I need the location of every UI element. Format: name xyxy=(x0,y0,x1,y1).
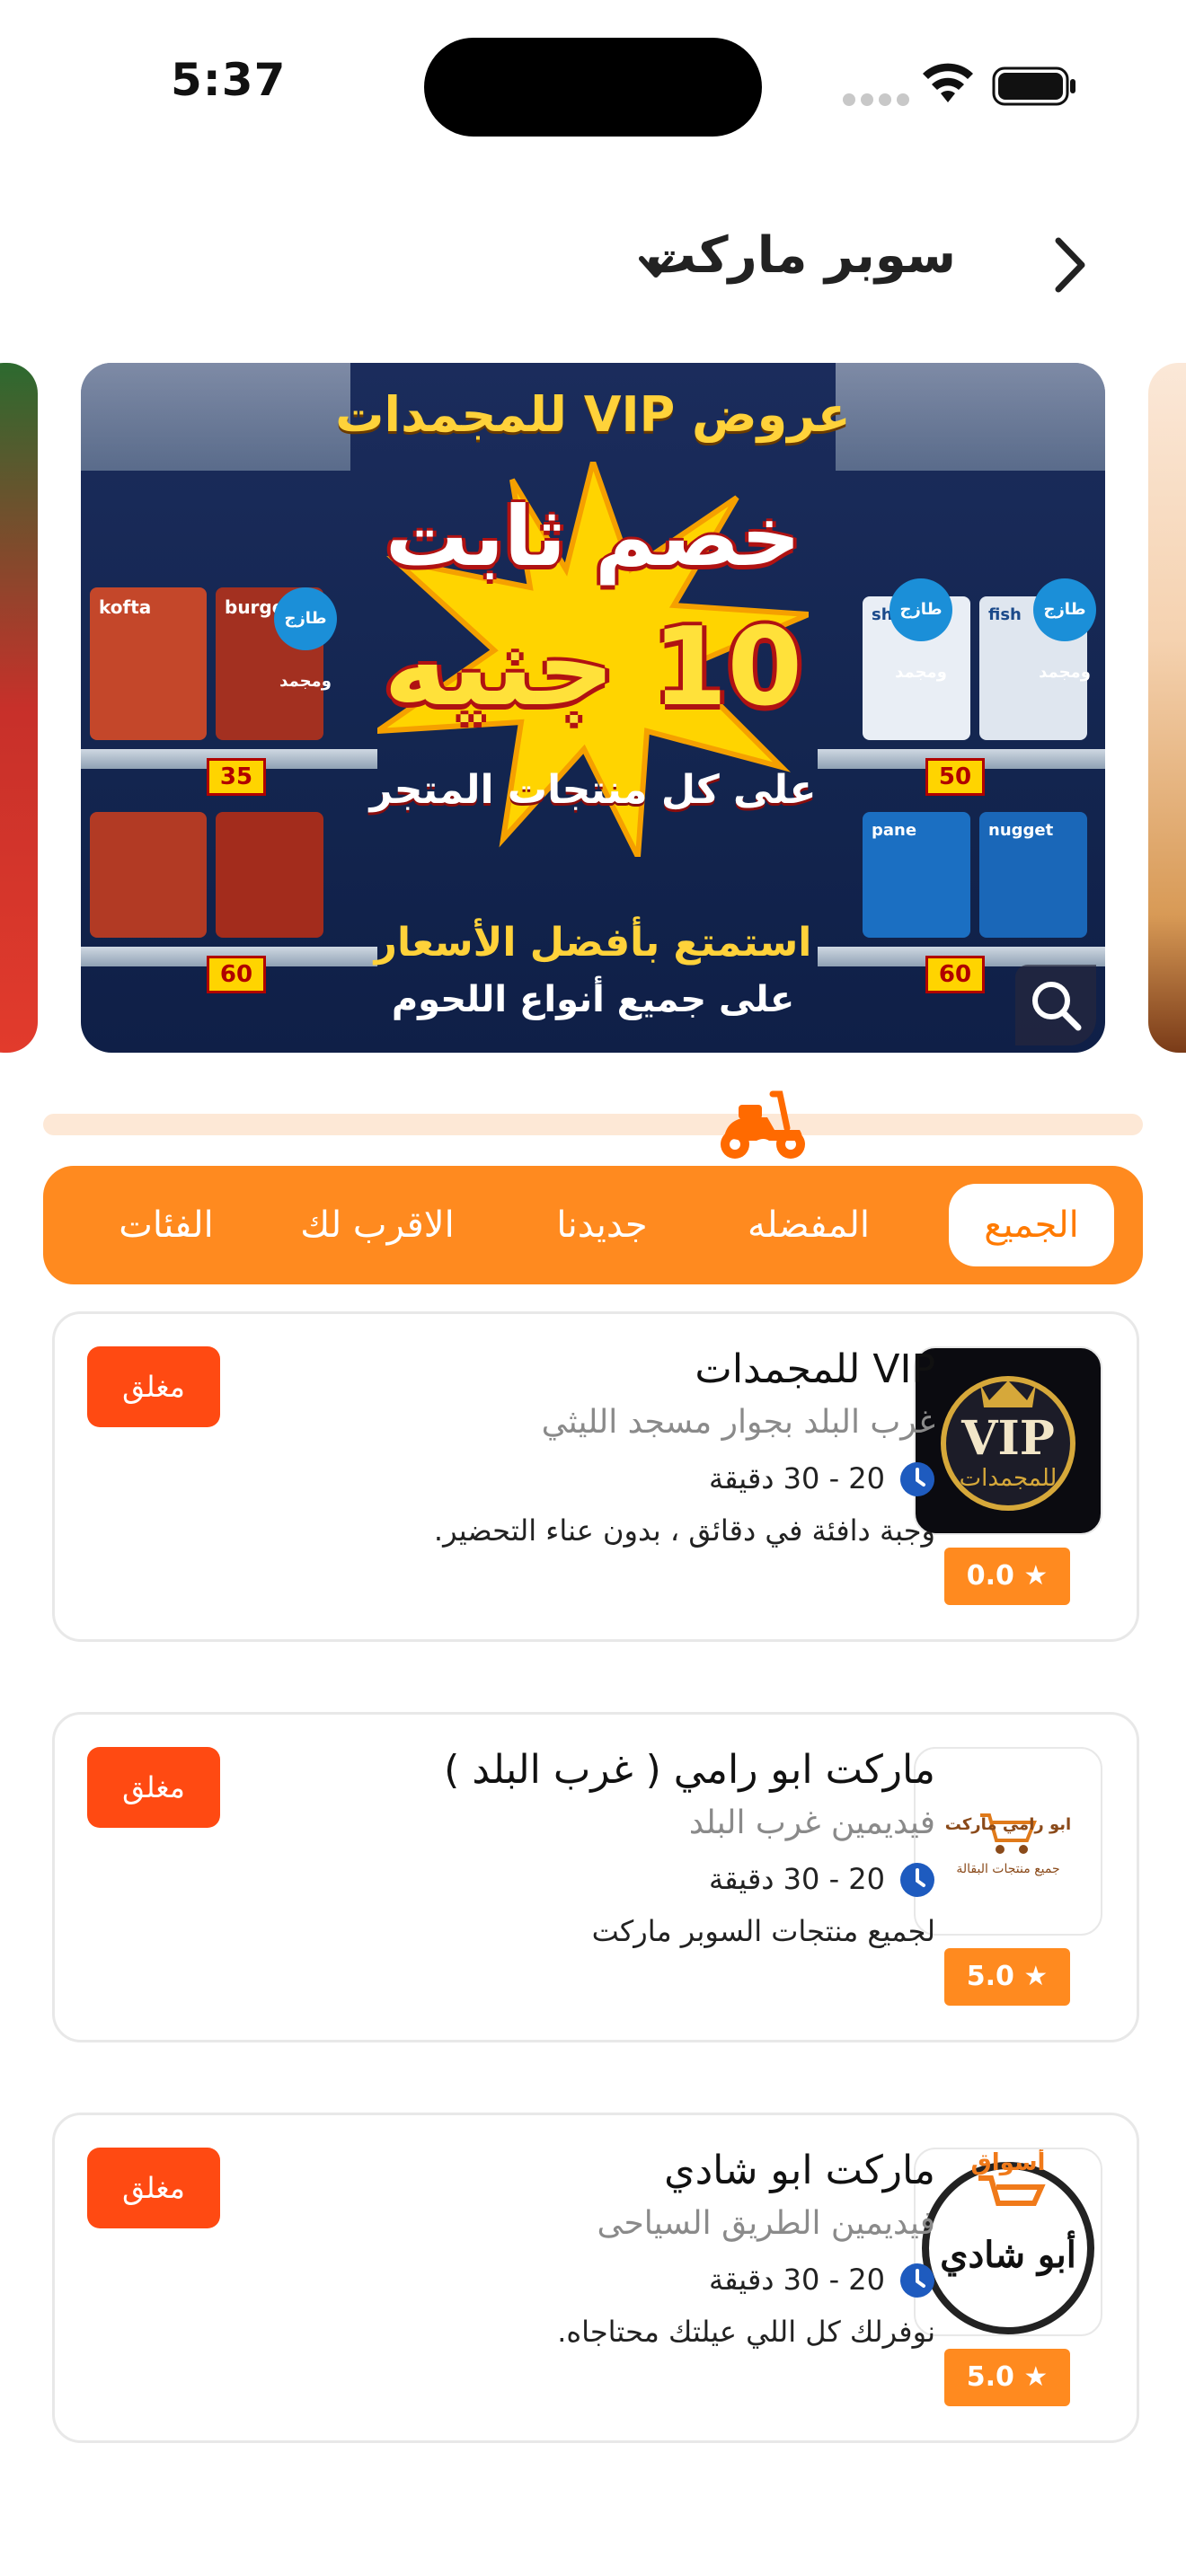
page-title[interactable]: سوبر ماركت xyxy=(646,226,956,285)
product-label: pane xyxy=(872,821,917,840)
logo-subtext: أسواق xyxy=(970,2149,1046,2176)
rating-badge: 5.0 ★ xyxy=(944,2349,1070,2406)
store-description: لجميع منتجات السوبر ماركت xyxy=(591,1914,935,1948)
clock-icon xyxy=(900,1462,934,1496)
banner-discount-title: خصم ثابت xyxy=(385,489,801,585)
store-name: ماركت ابو شادي xyxy=(664,2148,935,2193)
chevron-down-icon[interactable] xyxy=(629,244,683,289)
star-icon: ★ xyxy=(1023,2361,1049,2393)
clock-icon xyxy=(900,2263,934,2298)
carousel-banner-previous[interactable] xyxy=(0,363,38,1053)
search-icon xyxy=(0,992,36,1028)
store-card[interactable]: VIP للمجمدات 0.0 ★ VIP للمجمدات غرب البل… xyxy=(52,1311,1139,1642)
logo-text: VIP xyxy=(961,1411,1055,1466)
tab-favorites[interactable]: المفضله xyxy=(728,1184,890,1266)
product-pane: pane xyxy=(863,812,970,938)
store-location: فيديمين غرب البلد xyxy=(688,1804,935,1841)
store-info: ماركت ابو رامي ( غرب البلد ) فيديمين غرب… xyxy=(279,1715,935,2040)
rating-value: 5.0 xyxy=(966,2361,1014,2393)
store-logo: أسواق أبو شادي xyxy=(914,2148,1102,2336)
search-icon xyxy=(1032,982,1082,1031)
store-info: ماركت ابو شادي فيديمين الطريق السياحى 20… xyxy=(279,2115,935,2440)
wifi-icon xyxy=(923,63,973,102)
back-button[interactable] xyxy=(1042,235,1096,295)
delivery-time: 20 - 30 دقيقة xyxy=(708,1862,885,1896)
banner-footer-line1: استمتع بأفضل الأسعار xyxy=(374,920,812,966)
product-meat-box xyxy=(90,812,207,938)
banner-headline: عروض VIP للمجمدات xyxy=(335,386,851,443)
product-minced-box xyxy=(216,812,323,938)
logo-text: أبو شادي xyxy=(940,2234,1076,2276)
product-label: nugget xyxy=(988,821,1054,840)
logo-subtext: جميع منتجات البقالة xyxy=(956,1862,1060,1876)
rating-value: 0.0 xyxy=(966,1560,1014,1592)
clock-icon xyxy=(900,1863,934,1897)
closed-badge: مغلق xyxy=(87,1747,220,1828)
closed-badge: مغلق xyxy=(87,2148,220,2228)
rating-value: 5.0 xyxy=(966,1961,1014,1992)
delivery-progress-track xyxy=(43,1114,1143,1135)
banner-discount-amount: 10 جنيه xyxy=(383,605,802,730)
store-name: ماركت ابو رامي ( غرب البلد ) xyxy=(444,1747,935,1793)
product-nugget: nugget xyxy=(979,812,1087,938)
tab-nearest[interactable]: الاقرب لك xyxy=(288,1184,467,1266)
star-icon: ★ xyxy=(1023,1961,1049,1992)
store-description: نوفرلك كل اللي عيلتك محتاجاه. xyxy=(557,2315,935,2349)
star-icon: ★ xyxy=(1023,1560,1049,1592)
tab-new[interactable]: جديدنا xyxy=(521,1184,683,1266)
battery-icon xyxy=(992,66,1075,106)
cellular-signal-icon xyxy=(843,93,909,106)
banner-footer-line2: على جميع أنواع اللحوم xyxy=(391,979,795,1020)
store-card[interactable]: أسواق أبو شادي 5.0 ★ ماركت ابو شادي فيدي… xyxy=(52,2113,1139,2443)
carousel-banner-main[interactable]: kofta burger 35 60 طازج ومجمد shrimp fis… xyxy=(81,363,1105,1053)
tab-all[interactable]: الجميع xyxy=(949,1184,1114,1266)
store-location: فيديمين الطريق السياحى xyxy=(597,2205,935,2242)
delivery-time: 20 - 30 دقيقة xyxy=(708,1461,885,1495)
dynamic-island xyxy=(424,38,762,137)
banner-zoom-button[interactable] xyxy=(1015,965,1096,1045)
store-logo: ابو رامي ماركت جميع منتجات البقالة xyxy=(914,1747,1102,1936)
scooter-icon xyxy=(721,1090,805,1159)
rating-badge: 5.0 ★ xyxy=(944,1948,1070,2006)
store-location: غرب البلد بجوار مسجد الليثي xyxy=(541,1404,935,1441)
logo-subtext: للمجمدات xyxy=(959,1465,1058,1492)
tab-categories[interactable]: الفئات xyxy=(90,1184,243,1266)
store-name: VIP للمجمدات xyxy=(695,1346,935,1392)
store-description: وجبة دافئة في دقائق ، بدون عناء التحضير. xyxy=(433,1513,935,1548)
store-info: VIP للمجمدات غرب البلد بجوار مسجد الليثي… xyxy=(279,1314,935,1639)
rating-badge: 0.0 ★ xyxy=(944,1548,1070,1605)
status-time: 5:37 xyxy=(171,54,287,106)
store-logo: VIP للمجمدات xyxy=(914,1346,1102,1535)
store-card[interactable]: ابو رامي ماركت جميع منتجات البقالة 5.0 ★… xyxy=(52,1712,1139,2042)
logo-text: ابو رامي ماركت xyxy=(944,1815,1072,1834)
banner-discount-scope: على كل منتجات المتجر xyxy=(369,767,817,813)
closed-badge: مغلق xyxy=(87,1346,220,1427)
carousel-banner-next[interactable] xyxy=(1148,363,1186,1053)
delivery-time: 20 - 30 دقيقة xyxy=(708,2263,885,2297)
